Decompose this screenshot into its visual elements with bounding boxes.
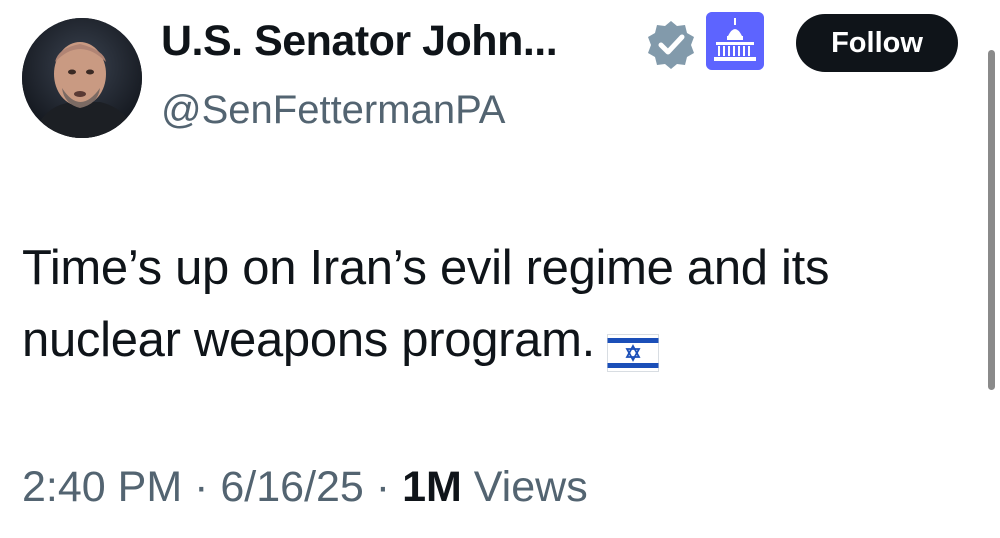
author-handle[interactable]: @SenFettermanPA <box>161 84 505 136</box>
follow-button[interactable]: Follow <box>796 14 958 72</box>
scrollbar[interactable] <box>988 50 995 390</box>
us-capitol-icon[interactable] <box>706 12 764 70</box>
tweet-body: Time’s up on Iran’s evil regime and its … <box>22 241 830 367</box>
meta-separator: · <box>375 463 391 511</box>
verified-badge-icon[interactable] <box>644 18 698 72</box>
tweet-meta: 2:40 PM · 6/16/25 · 1M Views <box>22 458 588 516</box>
israel-flag-icon <box>606 320 659 373</box>
tweet-date[interactable]: 6/16/25 <box>220 463 363 511</box>
avatar[interactable] <box>22 18 142 138</box>
meta-separator: · <box>194 463 209 511</box>
views-count[interactable]: 1M <box>402 463 462 511</box>
tweet-time[interactable]: 2:40 PM <box>22 463 182 511</box>
author-display-name[interactable]: U.S. Senator John... <box>161 12 558 70</box>
tweet-text: Time’s up on Iran’s evil regime and its … <box>22 232 987 376</box>
views-label[interactable]: Views <box>474 463 588 511</box>
